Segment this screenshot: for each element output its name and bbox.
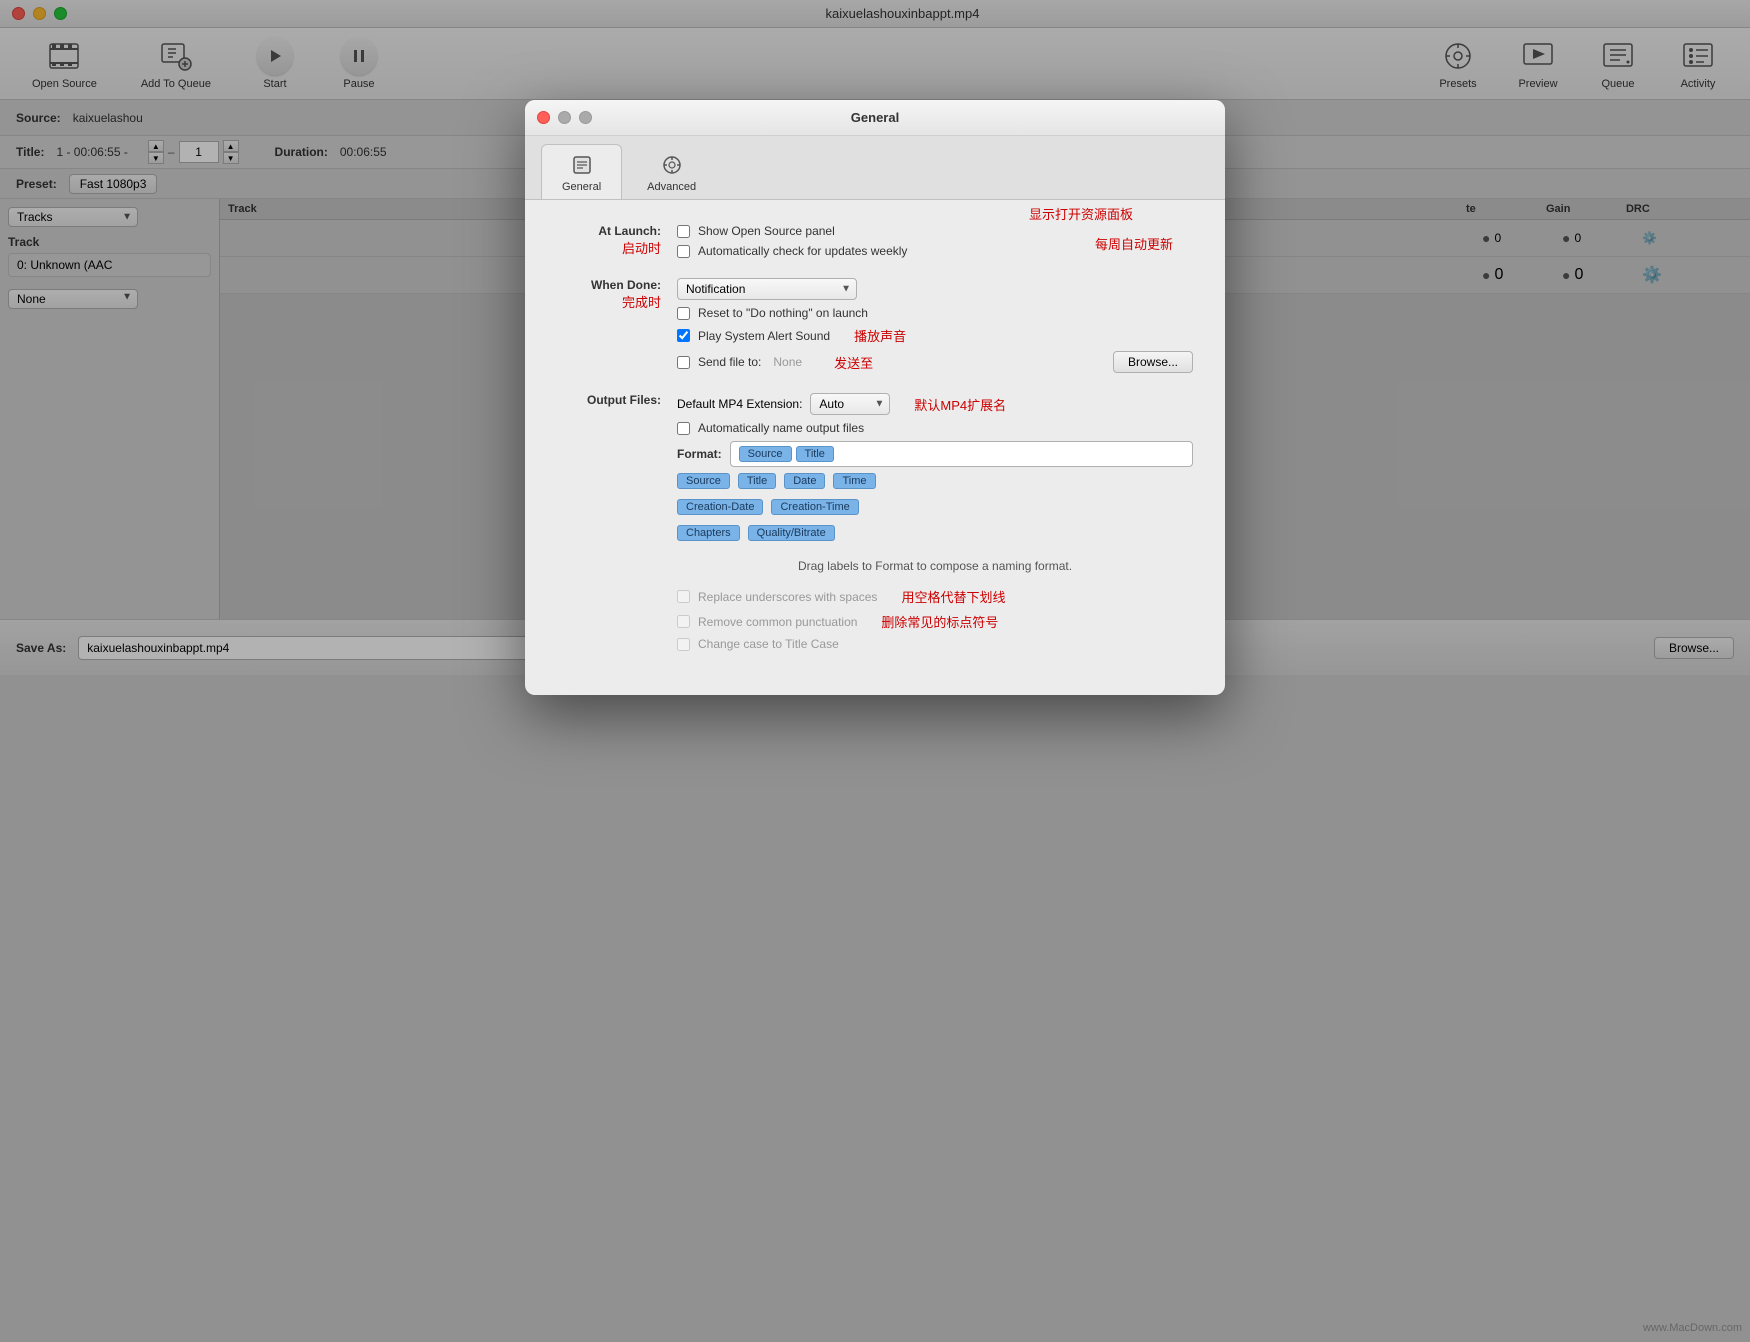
send-file-row: Send file to: None 发送至 Browse... — [677, 351, 1193, 373]
format-tags-row2: Creation-Date Creation-Time — [677, 499, 1193, 515]
when-done-dropdown[interactable]: Notification — [677, 278, 857, 300]
zh-mp4-annotation: 默认MP4扩展名 — [914, 395, 1006, 414]
available-tag-title[interactable]: Title — [738, 473, 776, 489]
modal-tabs: General Advanced — [525, 136, 1225, 200]
play-alert-row: Play System Alert Sound 播放声音 — [677, 326, 1193, 345]
show-open-source-label: Show Open Source panel — [698, 224, 835, 238]
tab-advanced-label: Advanced — [647, 181, 696, 193]
modal-titlebar: General — [525, 100, 1225, 136]
remove-punctuation-checkbox[interactable] — [677, 615, 690, 628]
remove-punctuation-label: Remove common punctuation — [698, 615, 857, 629]
zh-send-annotation: 发送至 — [834, 353, 873, 372]
zh-show-annotation: 显示打开资源面板 — [1029, 204, 1133, 223]
format-label: Format: — [677, 447, 722, 461]
auto-check-updates-label: Automatically check for updates weekly — [698, 244, 907, 258]
reset-checkbox[interactable] — [677, 307, 690, 320]
show-open-source-checkbox[interactable] — [677, 225, 690, 238]
change-case-checkbox[interactable] — [677, 638, 690, 651]
modal-title: General — [851, 110, 899, 125]
play-alert-label: Play System Alert Sound — [698, 329, 830, 343]
zh-remove-annotation: 删除常见的标点符号 — [881, 612, 998, 631]
replace-underscores-label: Replace underscores with spaces — [698, 590, 877, 604]
tab-general[interactable]: General — [541, 144, 622, 199]
format-field[interactable]: Source Title — [730, 441, 1193, 467]
reset-checkbox-row: Reset to "Do nothing" on launch — [677, 306, 1193, 320]
output-files-label: Output Files: — [557, 393, 661, 407]
at-launch-zh-label: 启动时 — [557, 238, 661, 257]
general-tab-icon — [570, 153, 594, 177]
at-launch-row: At Launch: 启动时 Show Open Source panel Au… — [557, 224, 1193, 258]
remove-punctuation-row: Remove common punctuation 删除常见的标点符号 — [677, 612, 1193, 631]
modal-overlay: General General — [0, 0, 1750, 1342]
available-tag-date[interactable]: Date — [784, 473, 825, 489]
replace-underscores-checkbox[interactable] — [677, 590, 690, 603]
auto-name-label: Automatically name output files — [698, 421, 864, 435]
format-tag-source[interactable]: Source — [739, 446, 792, 462]
available-tag-time[interactable]: Time — [833, 473, 875, 489]
available-tag-source[interactable]: Source — [677, 473, 730, 489]
modal-minimize-button[interactable] — [558, 111, 571, 124]
zh-auto-annotation: 每周自动更新 — [1095, 234, 1173, 253]
format-row: Format: Source Title — [677, 441, 1193, 467]
available-tag-chapters[interactable]: Chapters — [677, 525, 740, 541]
send-file-browse-button[interactable]: Browse... — [1113, 351, 1193, 373]
when-done-zh-label: 完成时 — [557, 292, 661, 311]
format-hint: Drag labels to Format to compose a namin… — [677, 559, 1193, 573]
auto-name-row: Automatically name output files — [677, 421, 1193, 435]
modal-dialog: General General — [525, 100, 1225, 695]
advanced-tab-icon — [660, 153, 684, 177]
modal-maximize-button[interactable] — [579, 111, 592, 124]
tab-advanced[interactable]: Advanced — [626, 144, 717, 199]
mp4-label: Default MP4 Extension: — [677, 397, 802, 411]
reset-label: Reset to "Do nothing" on launch — [698, 306, 868, 320]
available-tag-creation-date[interactable]: Creation-Date — [677, 499, 763, 515]
when-done-dropdown-row: Notification ▼ — [677, 278, 1193, 300]
format-tag-title[interactable]: Title — [796, 446, 834, 462]
at-launch-label: At Launch: — [557, 224, 661, 238]
modal-content: At Launch: 启动时 Show Open Source panel Au… — [525, 200, 1225, 695]
zh-play-annotation: 播放声音 — [854, 326, 906, 345]
tab-general-label: General — [562, 181, 601, 193]
mp4-extension-row: Default MP4 Extension: Auto ▼ 默认MP4扩展名 — [677, 393, 1193, 415]
modal-close-button[interactable] — [537, 111, 550, 124]
available-tag-creation-time[interactable]: Creation-Time — [771, 499, 858, 515]
replace-underscores-row: Replace underscores with spaces 用空格代替下划线 — [677, 587, 1193, 606]
available-tag-quality[interactable]: Quality/Bitrate — [748, 525, 835, 541]
change-case-row: Change case to Title Case — [677, 637, 1193, 651]
mp4-dropdown[interactable]: Auto — [810, 393, 890, 415]
play-alert-checkbox[interactable] — [677, 329, 690, 342]
auto-check-updates-checkbox[interactable] — [677, 245, 690, 258]
modal-traffic-lights — [537, 111, 592, 124]
output-files-row: Output Files: Default MP4 Extension: Aut… — [557, 393, 1193, 651]
send-file-label: Send file to: — [698, 355, 761, 369]
auto-name-checkbox[interactable] — [677, 422, 690, 435]
when-done-label: When Done: — [557, 278, 661, 292]
format-tags-row3: Chapters Quality/Bitrate — [677, 525, 1193, 541]
zh-replace-annotation: 用空格代替下划线 — [901, 587, 1005, 606]
send-file-value: None — [773, 355, 802, 369]
send-file-checkbox[interactable] — [677, 356, 690, 369]
when-done-row: When Done: 完成时 Notification ▼ — [557, 278, 1193, 373]
format-tags-row1: Source Title Date Time — [677, 473, 1193, 489]
change-case-label: Change case to Title Case — [698, 637, 839, 651]
